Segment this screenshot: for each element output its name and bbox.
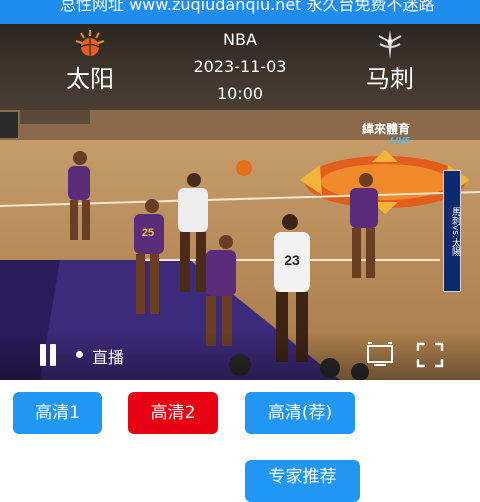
- stream-button-hd2[interactable]: 高清2: [128, 392, 218, 434]
- screen-cast-icon[interactable]: [366, 342, 394, 368]
- video-player[interactable]: 23 25 緯來體育 LIVE 馬刺vs.太陽 直播: [0, 110, 480, 380]
- pause-button[interactable]: [38, 344, 58, 366]
- expert-recommend-button[interactable]: 专家推荐: [245, 460, 360, 502]
- away-team-name: 马刺: [366, 65, 414, 93]
- away-team: 马刺: [350, 28, 430, 94]
- match-time: 10:00: [216, 84, 264, 103]
- live-dot-icon: [76, 351, 83, 358]
- player-controls: 直播: [0, 332, 480, 380]
- broadcaster-name: 緯來體育: [362, 122, 411, 136]
- stream-button-hd-recommended[interactable]: 高清(荐): [245, 392, 355, 434]
- suns-logo-icon: [75, 30, 105, 56]
- jersey-number-25: 25: [142, 227, 154, 239]
- spurs-logo-icon: [378, 30, 402, 60]
- match-date: 2023-11-03: [193, 57, 287, 76]
- side-banner: 馬刺vs.太陽: [443, 170, 461, 292]
- broadcaster-logo: 緯來體育 LIVE: [362, 120, 410, 145]
- home-team: 太阳: [50, 28, 130, 94]
- live-status-label: 直播: [92, 348, 125, 367]
- scoreboard: 太阳 NBA 2023-11-03 10:00 马刺: [0, 24, 480, 110]
- top-banner[interactable]: 总性网址 www.zuqiudanqiu.net 永久台免费不迷路: [0, 0, 480, 24]
- fullscreen-icon[interactable]: [416, 342, 444, 368]
- jersey-number-23: 23: [284, 252, 300, 268]
- broadcaster-live: LIVE: [390, 136, 411, 145]
- top-banner-text[interactable]: 总性网址 www.zuqiudanqiu.net 永久台免费不迷路: [60, 0, 435, 15]
- match-info: NBA 2023-11-03 10:00: [180, 26, 300, 107]
- league-name: NBA: [223, 30, 257, 49]
- stream-button-hd1[interactable]: 高清1: [13, 392, 102, 434]
- home-team-name: 太阳: [66, 65, 114, 93]
